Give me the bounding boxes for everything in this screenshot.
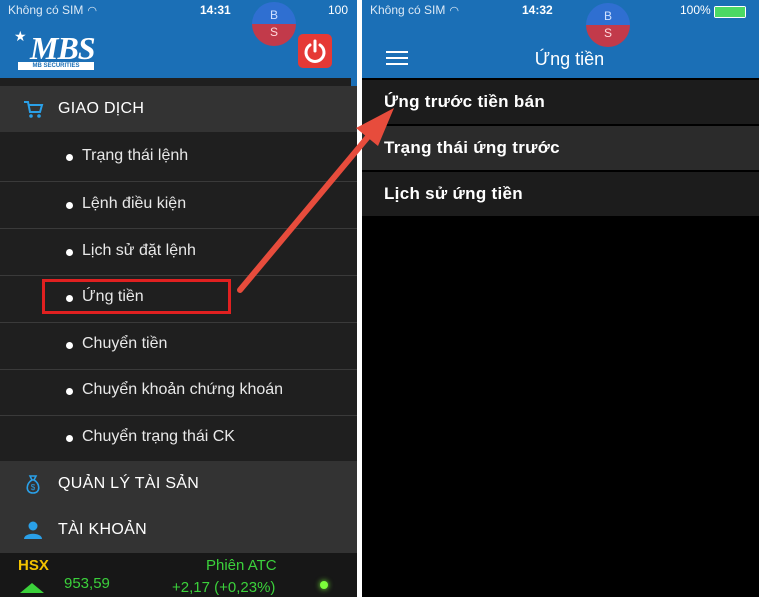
item-label: Trạng thái ứng trước	[384, 138, 560, 157]
mbs-logo: ★ MBS MB SECURITIES	[14, 28, 102, 70]
right-phone-screen: Không có SIM ◠ 14:32 100% B S Ứng tiền Ứn…	[362, 0, 759, 597]
bullet-icon	[66, 388, 73, 395]
menu-item-chuyen-tien[interactable]: Chuyển tiền	[0, 322, 357, 369]
buy-sell-badge[interactable]: B S	[252, 2, 296, 46]
menu-item-label: Chuyển khoản chứng khoán	[82, 381, 284, 398]
menu-item-label: Lệnh điều kiện	[82, 195, 187, 212]
menu-item-lich-su-dat-lenh[interactable]: Lịch sử đặt lệnh	[0, 229, 357, 276]
status-bar: Không có SIM ◠ 14:32 100%	[362, 0, 759, 22]
up-arrow-icon	[20, 583, 44, 593]
logo-subtitle: MB SECURITIES	[18, 62, 94, 70]
menu-item-label: Trạng thái lệnh	[82, 147, 189, 164]
menu-item-label: Chuyển tiền	[82, 335, 168, 352]
bullet-icon	[66, 249, 73, 256]
money-bag-icon: $	[26, 475, 40, 494]
item-lich-su-ung-tien[interactable]: Lịch sử ứng tiền	[362, 172, 759, 216]
highlight-box	[42, 279, 231, 314]
index-value: 953,59	[64, 575, 110, 592]
power-button[interactable]	[298, 34, 332, 68]
market-ticker[interactable]: HSX Phiên ATC 953,59 +2,17 (+0,23%)	[0, 553, 357, 597]
exchange-label: HSX	[18, 557, 49, 574]
section-label: QUẢN LÝ TÀI SẢN	[58, 475, 200, 492]
index-change: +2,17 (+0,23%)	[172, 579, 276, 596]
status-time: 14:32	[522, 3, 553, 17]
status-bar: Không có SIM ◠ 14:31 100	[0, 0, 357, 22]
star-icon: ★	[14, 28, 27, 44]
buy-sell-badge[interactable]: B S	[586, 3, 630, 47]
menu-item-label: Lịch sử đặt lệnh	[82, 242, 196, 259]
cart-icon	[24, 101, 44, 118]
section-quan-ly-tai-san[interactable]: $ QUẢN LÝ TÀI SẢN	[0, 461, 357, 507]
sell-label: S	[252, 24, 296, 46]
live-indicator-icon	[320, 581, 328, 589]
user-icon	[24, 521, 42, 539]
sell-label: S	[586, 25, 630, 47]
menu-item-chuyen-khoan-ck[interactable]: Chuyển khoản chứng khoán	[0, 368, 357, 415]
battery-icon	[714, 6, 746, 18]
wifi-icon: ◠	[87, 5, 97, 17]
item-label: Ứng trước tiền bán	[384, 92, 546, 111]
section-tai-khoan[interactable]: TÀI KHOẢN	[0, 507, 357, 553]
bullet-icon	[66, 435, 73, 442]
bullet-icon	[66, 202, 73, 209]
menu-item-trang-thai-lenh[interactable]: Trạng thái lệnh	[0, 134, 357, 181]
app-header: Không có SIM ◠ 14:31 100 B S ★ MBS MB SEC…	[0, 0, 357, 78]
bullet-icon	[66, 154, 73, 161]
carrier-label: Không có SIM ◠	[370, 3, 459, 17]
section-giao-dich[interactable]: GIAO DỊCH	[0, 86, 357, 132]
left-phone-screen: Không có SIM ◠ 14:31 100 B S ★ MBS MB SEC…	[0, 0, 357, 597]
carrier-label: Không có SIM ◠	[8, 3, 97, 17]
item-trang-thai-ung-truoc[interactable]: Trạng thái ứng trước	[362, 126, 759, 170]
svg-text:$: $	[31, 483, 36, 492]
section-label: GIAO DỊCH	[58, 100, 145, 117]
power-icon	[304, 39, 326, 63]
battery-percent: 100	[328, 3, 349, 17]
battery-percent: 100%	[680, 3, 711, 17]
session-label: Phiên ATC	[206, 557, 277, 574]
page-title: Ứng tiền	[534, 49, 605, 69]
menu-item-label: Chuyển trạng thái CK	[82, 428, 235, 445]
status-time: 14:31	[200, 3, 231, 17]
menu-item-chuyen-trang-thai-ck[interactable]: Chuyển trạng thái CK	[0, 415, 357, 462]
menu-item-lenh-dieu-kien[interactable]: Lệnh điều kiện	[0, 182, 357, 229]
item-ung-truoc-tien-ban[interactable]: Ứng trước tiền bán	[362, 80, 759, 124]
item-label: Lịch sử ứng tiền	[384, 184, 523, 203]
wifi-icon: ◠	[449, 5, 459, 17]
app-header: Không có SIM ◠ 14:32 100% B S Ứng tiền	[362, 0, 759, 78]
bullet-icon	[66, 342, 73, 349]
section-label: TÀI KHOẢN	[58, 521, 147, 538]
